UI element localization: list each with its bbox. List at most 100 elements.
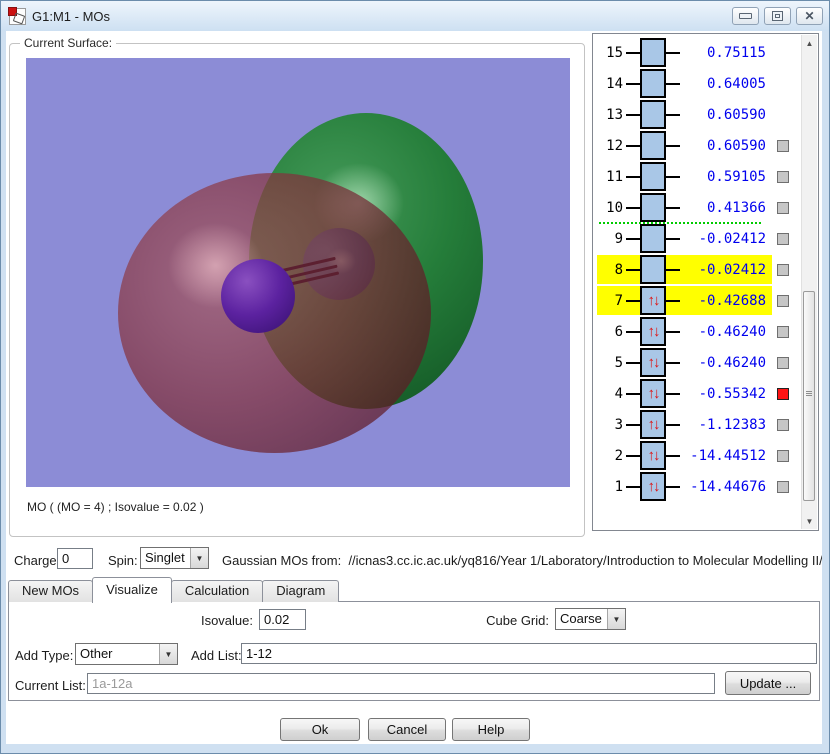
isovalue-input[interactable] [259,609,306,630]
mo-energy: 0.75115 [680,45,766,61]
mo-level-icon: ↑↓ [626,224,680,253]
mo-orbital-box: ↑↓ [640,69,666,98]
mo-row[interactable]: 10 ↑↓ 0.41366 [594,192,801,223]
mo-energy: 0.60590 [680,138,766,154]
mo-row[interactable]: 7 ↑↓ -0.42688 [594,285,801,316]
mo-row[interactable]: 5 ↑↓ -0.46240 [594,347,801,378]
tab-diagram[interactable]: Diagram [262,580,339,602]
mo-row[interactable]: 6 ↑↓ -0.46240 [594,316,801,347]
mo-source-path: //icnas3.cc.ic.ac.uk/yq816/Year 1/Labora… [348,553,822,568]
mo-level-icon: ↑↓ [626,131,680,160]
mo-row-main: 10 ↑↓ 0.41366 [597,193,772,222]
mo-row[interactable]: 11 ↑↓ 0.59105 [594,161,801,192]
mo-energy: 0.41366 [680,200,766,216]
mo-row-main: 5 ↑↓ -0.46240 [597,348,772,377]
mo-row[interactable]: 8 ↑↓ -0.02412 [594,254,801,285]
current-list-input[interactable] [87,673,715,694]
mo-energy: -0.02412 [680,262,766,278]
mo-source-line: Gaussian MOs from: //icnas3.cc.ic.ac.uk/… [222,553,822,568]
current-surface-group: Current Surface: MO ( (MO = 4) ; Isovalu… [9,43,585,537]
tab-calculation[interactable]: Calculation [171,580,263,602]
mo-number: 14 [601,76,623,92]
electron-pair-icon: ↑↓ [648,293,659,308]
mo-cube-checkbox[interactable] [777,233,789,245]
tab-visualize[interactable]: Visualize [92,577,172,603]
spin-combo[interactable]: Singlet ▼ [140,547,209,569]
mo-row-main: 6 ↑↓ -0.46240 [597,317,772,346]
cancel-button[interactable]: Cancel [368,718,446,741]
mo-row[interactable]: 15 ↑↓ 0.75115 [594,37,801,68]
mo-row[interactable]: 1 ↑↓ -14.44676 [594,471,801,502]
mo-row[interactable]: 14 ↑↓ 0.64005 [594,68,801,99]
mo-3d-viewport[interactable] [26,58,570,487]
add-list-input[interactable] [241,643,817,664]
cube-grid-label: Cube Grid: [434,613,549,628]
visualize-tab-panel: Isovalue: Cube Grid: Coarse ▼ Add Type: … [8,601,820,701]
mo-number: 1 [601,479,623,495]
mo-level-icon: ↑↓ [626,255,680,284]
close-button[interactable]: ✕ [796,7,823,25]
chevron-down-icon: ▼ [165,650,173,659]
mo-number: 6 [601,324,623,340]
mo-orbital-box: ↑↓ [640,162,666,191]
mo-cube-checkbox[interactable] [777,140,789,152]
mo-level-icon: ↑↓ [626,441,680,470]
mo-list-scrollbar[interactable]: ▲ ▼ [801,35,817,529]
mo-row-main: 7 ↑↓ -0.42688 [597,286,772,315]
mo-orbital-box: ↑↓ [640,317,666,346]
mo-level-icon: ↑↓ [626,193,680,222]
tab-new-mos[interactable]: New MOs [8,580,93,602]
mo-level-icon: ↑↓ [626,162,680,191]
mo-energy: -14.44676 [680,479,766,495]
window-bottom-frame [1,744,829,753]
mo-cube-checkbox[interactable] [777,326,789,338]
electron-pair-icon: ↑↓ [648,386,659,401]
mo-level-icon: ↑↓ [626,348,680,377]
scroll-up-icon[interactable]: ▲ [802,35,817,51]
current-list-label: Current List: [15,678,86,693]
scrollbar-thumb[interactable] [803,291,815,501]
app-icon [9,8,26,25]
mo-cube-checkbox[interactable] [777,202,789,214]
mo-orbital-box: ↑↓ [640,348,666,377]
mo-row[interactable]: 3 ↑↓ -1.12383 [594,409,801,440]
minimize-button[interactable] [732,7,759,25]
mo-row[interactable]: 13 ↑↓ 0.60590 [594,99,801,130]
mo-number: 10 [601,200,623,216]
app-icon-molecule-glyph [13,12,25,24]
surface-caption: MO ( (MO = 4) ; Isovalue = 0.02 ) [27,500,204,514]
mo-level-icon: ↑↓ [626,69,680,98]
mo-cube-checkbox[interactable] [777,295,789,307]
cube-grid-combo[interactable]: Coarse ▼ [555,608,626,630]
charge-input[interactable] [57,548,93,569]
spin-combo-arrow: ▼ [190,548,208,568]
mo-row[interactable]: 9 ↑↓ -0.02412 [594,223,801,254]
mo-orbital-box: ↑↓ [640,38,666,67]
mo-row-main: 2 ↑↓ -14.44512 [597,441,772,470]
mo-cube-checkbox[interactable] [777,419,789,431]
mo-row[interactable]: 4 ↑↓ -0.55342 [594,378,801,409]
add-type-label: Add Type: [15,648,73,663]
electron-pair-icon: ↑↓ [648,479,659,494]
mo-cube-checkbox[interactable] [777,481,789,493]
tab-bar: New MOsVisualizeCalculationDiagram [8,578,338,602]
update-button[interactable]: Update ... [725,671,811,695]
mo-cube-checkbox[interactable] [777,450,789,462]
mo-orbital-box: ↑↓ [640,441,666,470]
mo-cube-checkbox[interactable] [777,388,789,400]
mo-row[interactable]: 12 ↑↓ 0.60590 [594,130,801,161]
help-button[interactable]: Help [452,718,530,741]
mo-row-main: 3 ↑↓ -1.12383 [597,410,772,439]
mo-row-main: 9 ↑↓ -0.02412 [597,224,772,253]
scroll-down-icon[interactable]: ▼ [802,513,817,529]
mo-orbital-box: ↑↓ [640,193,666,222]
mo-number: 4 [601,386,623,402]
mo-cube-checkbox[interactable] [777,171,789,183]
maximize-button[interactable] [764,7,791,25]
mo-row-main: 14 ↑↓ 0.64005 [597,69,772,98]
mo-cube-checkbox[interactable] [777,357,789,369]
mo-row[interactable]: 2 ↑↓ -14.44512 [594,440,801,471]
ok-button[interactable]: Ok [280,718,360,741]
mo-cube-checkbox[interactable] [777,264,789,276]
add-type-combo[interactable]: Other ▼ [75,643,178,665]
